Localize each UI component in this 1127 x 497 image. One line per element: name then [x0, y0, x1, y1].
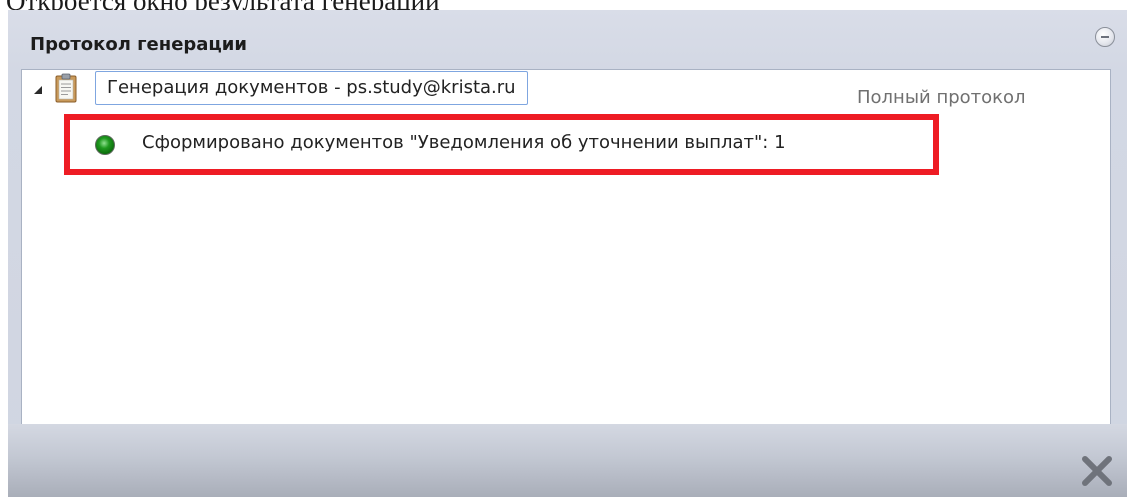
generation-log-dialog: Протокол генерации Генерация документов …: [8, 10, 1127, 497]
full-log-link[interactable]: Полный протокол: [857, 87, 1026, 108]
tree-child-item[interactable]: Сформировано документов "Уведомления об …: [64, 114, 939, 175]
close-x-icon[interactable]: [1081, 455, 1113, 487]
tree-root-item[interactable]: Генерация документов - ps.study@krista.r…: [95, 71, 528, 105]
expand-arrow-icon[interactable]: [34, 86, 42, 94]
green-status-icon: [95, 135, 115, 155]
dialog-footer: [8, 424, 1127, 497]
collapse-circle-icon[interactable]: [1095, 27, 1115, 47]
tree-child-label: Сформировано документов "Уведомления об …: [142, 132, 786, 153]
log-tree: Генерация документов - ps.study@krista.r…: [21, 69, 1111, 432]
clipboard-icon: [55, 73, 77, 103]
dialog-title: Протокол генерации: [30, 34, 248, 55]
